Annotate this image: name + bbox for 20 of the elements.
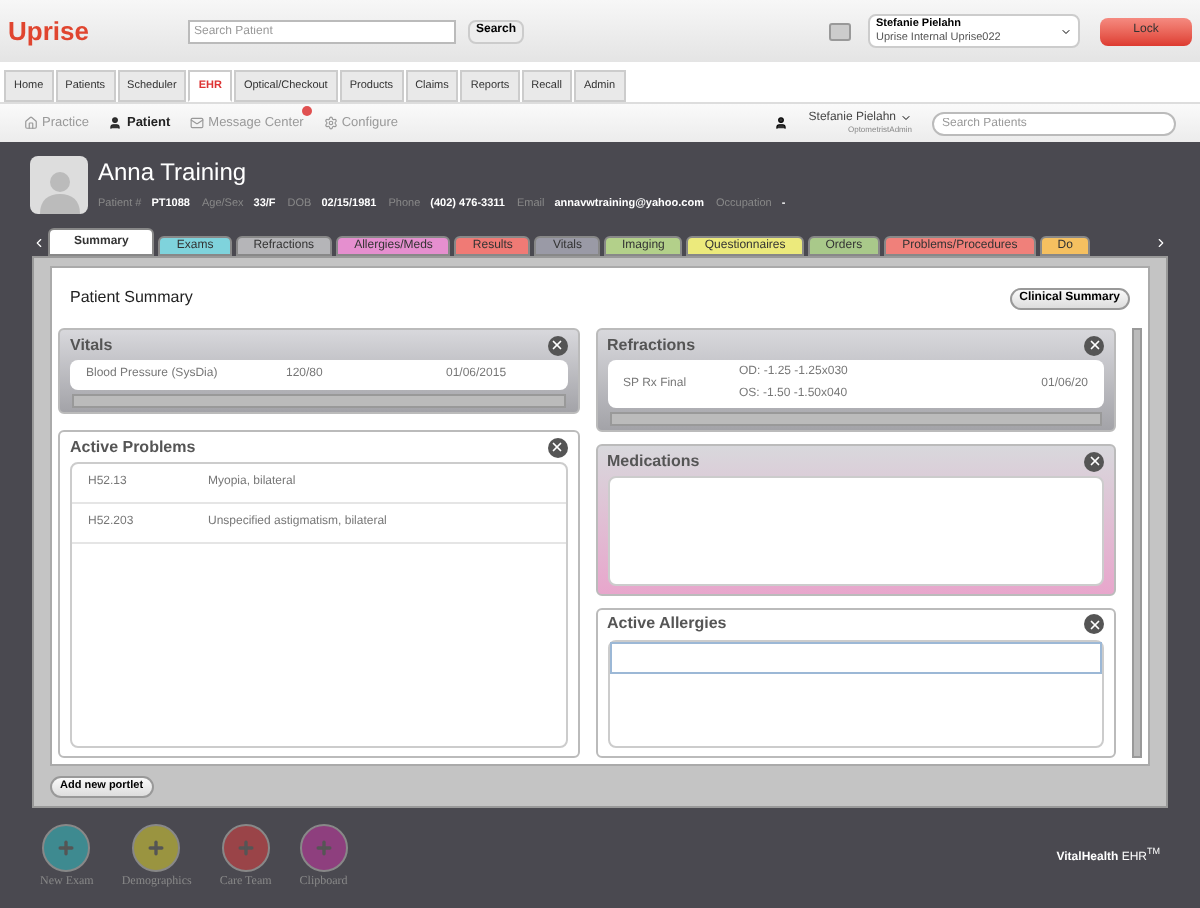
section-title: Patient Summary	[70, 286, 193, 310]
close-icon[interactable]	[1084, 614, 1104, 634]
person-icon	[108, 116, 123, 130]
portlet-title: Active Allergies	[607, 612, 727, 636]
portlet-title: Medications	[607, 449, 700, 473]
person-icon	[774, 116, 789, 130]
patient-name: Anna Training	[98, 156, 249, 191]
allergy-input[interactable]	[609, 641, 1102, 673]
close-icon[interactable]	[547, 335, 567, 355]
close-icon[interactable]	[547, 437, 567, 457]
portlet-title: Vitals	[70, 333, 113, 357]
gear-icon	[323, 116, 338, 130]
close-icon[interactable]	[1084, 335, 1104, 355]
home-icon	[24, 116, 38, 130]
portlet-title: Active Problems	[70, 435, 196, 459]
caret-icon	[1060, 25, 1072, 37]
close-icon[interactable]	[1084, 451, 1104, 471]
portlet-title: Refractions	[607, 333, 696, 357]
caret-icon	[900, 111, 912, 123]
logo: Uprise	[8, 13, 91, 50]
